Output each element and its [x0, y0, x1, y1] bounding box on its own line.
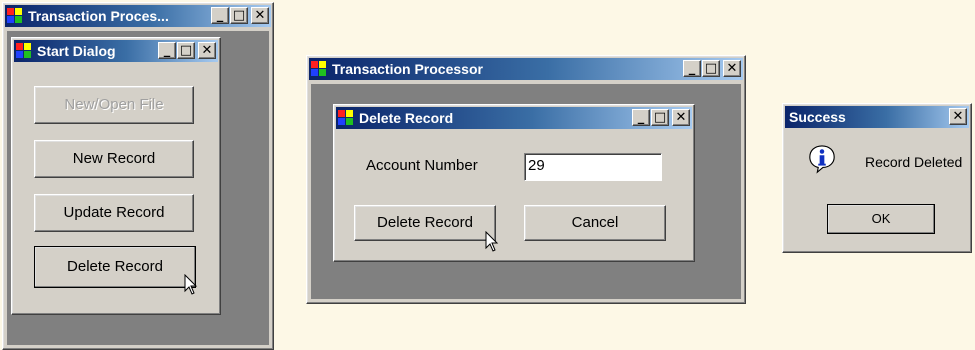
start-dialog-window: Start Dialog _ □ ✕ New/Open File New Rec…	[11, 37, 221, 315]
close-button[interactable]: ✕	[198, 42, 216, 59]
window-title: Transaction Proces...	[28, 8, 169, 24]
maximize-button[interactable]: □	[230, 7, 248, 24]
minimize-button[interactable]: _	[683, 60, 701, 77]
app-icon	[7, 8, 23, 24]
title-bar[interactable]: Start Dialog _ □ ✕	[14, 40, 218, 62]
title-bar[interactable]: Success ✕	[785, 106, 969, 128]
window-title: Transaction Processor	[332, 61, 483, 77]
app-icon	[16, 43, 32, 59]
info-icon	[809, 145, 835, 174]
account-number-label: Account Number	[366, 157, 478, 174]
new-open-file-button[interactable]: New/Open File	[34, 86, 194, 124]
title-bar[interactable]: Transaction Processor _ □ ✕	[309, 58, 743, 80]
close-button[interactable]: ✕	[949, 108, 967, 125]
maximize-button[interactable]: □	[651, 109, 669, 126]
minimize-button[interactable]: _	[632, 109, 650, 126]
transaction-processor-window: Transaction Processor _ □ ✕ Delete Recor…	[306, 55, 746, 304]
ok-button[interactable]: OK	[827, 204, 935, 234]
delete-record-dialog: Delete Record _ □ ✕ Account Number 29 De…	[333, 104, 695, 262]
maximize-button[interactable]: □	[177, 42, 195, 59]
window-title: Success	[789, 109, 846, 125]
close-button[interactable]: ✕	[723, 60, 741, 77]
minimize-button[interactable]: _	[211, 7, 229, 24]
close-button[interactable]: ✕	[672, 109, 690, 126]
title-bar[interactable]: Delete Record _ □ ✕	[336, 107, 692, 129]
window-title: Delete Record	[359, 110, 454, 126]
cancel-button[interactable]: Cancel	[524, 205, 666, 241]
close-button[interactable]: ✕	[251, 7, 269, 24]
delete-record-button[interactable]: Delete Record	[354, 205, 496, 241]
success-message-box: Success ✕ Record Deleted OK	[782, 103, 972, 253]
message-text: Record Deleted	[865, 154, 963, 170]
mouse-cursor-icon	[184, 274, 198, 295]
app-icon	[338, 110, 354, 126]
minimize-button[interactable]: _	[158, 42, 176, 59]
app-icon	[311, 61, 327, 77]
update-record-button[interactable]: Update Record	[34, 194, 194, 232]
title-bar[interactable]: Transaction Proces... _ □ ✕	[5, 5, 271, 27]
new-record-button[interactable]: New Record	[34, 140, 194, 178]
transaction-processor-window-left: Transaction Proces... _ □ ✕ Start Dialog…	[2, 2, 274, 350]
window-title: Start Dialog	[37, 43, 116, 59]
account-number-field[interactable]: 29	[524, 153, 662, 181]
mouse-cursor-icon	[485, 231, 499, 252]
maximize-button[interactable]: □	[702, 60, 720, 77]
delete-record-button[interactable]: Delete Record	[34, 246, 196, 288]
